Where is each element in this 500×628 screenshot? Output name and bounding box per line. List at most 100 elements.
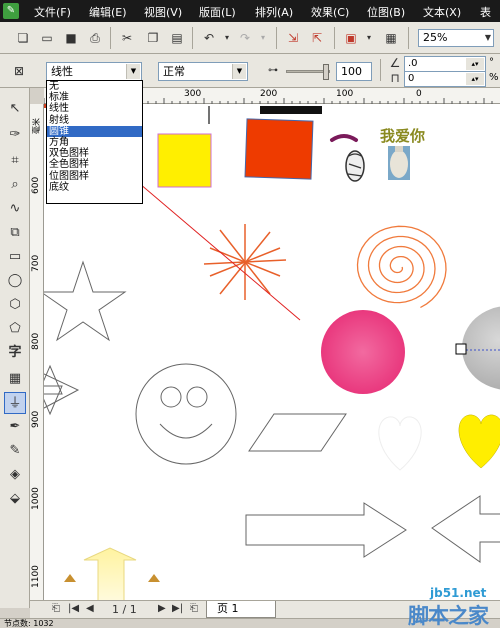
paste-icon[interactable]: ▤ <box>168 30 186 46</box>
menu-bitmaps[interactable]: 位图(B) <box>367 4 405 20</box>
previous-page-icon[interactable]: ◀ <box>86 603 94 614</box>
stamp-figure[interactable] <box>345 150 365 182</box>
copy-icon[interactable]: ❐ <box>144 30 162 46</box>
toolbar-separator <box>334 27 335 49</box>
dropdown-option[interactable]: 双色图样 <box>47 148 142 159</box>
next-page-icon[interactable]: ▶ <box>158 603 166 614</box>
text-tool-icon[interactable]: 字 <box>4 342 26 364</box>
bottle-image[interactable] <box>388 146 410 180</box>
toolbar-separator <box>380 59 381 81</box>
menu-table[interactable]: 表 <box>480 4 491 20</box>
transparency-slider[interactable] <box>286 64 330 80</box>
pink-circle[interactable] <box>321 310 405 394</box>
transparency-tool-icon[interactable]: ⏚ <box>4 392 26 414</box>
dropdown-option[interactable]: 射线 <box>47 115 142 126</box>
star-shape[interactable] <box>44 260 127 342</box>
hexagram-shape[interactable] <box>44 364 80 416</box>
spinner-icon[interactable]: ▴▾ <box>466 73 484 85</box>
polygon-tool-icon[interactable]: ⬡ <box>4 294 26 316</box>
fill-tool-icon[interactable]: ◈ <box>4 464 26 486</box>
black-strip[interactable] <box>260 106 322 114</box>
angle-unit: ° <box>489 57 494 68</box>
menu-text[interactable]: 文本(X) <box>423 4 461 20</box>
undo-icon[interactable]: ↶ <box>200 30 218 46</box>
add-page-icon[interactable]: ⎗ <box>52 603 60 614</box>
shape-tool-icon[interactable]: ✑ <box>4 124 26 146</box>
ruler-label: 900 <box>31 410 41 428</box>
transparency-mode-select[interactable]: 正常 ▼ <box>158 62 248 81</box>
edge-pad-input[interactable]: 0 ▴▾ <box>404 71 486 87</box>
red-square[interactable] <box>244 118 314 180</box>
ellipse-tool-icon[interactable]: ◯ <box>4 270 26 292</box>
transparency-handle[interactable] <box>455 343 467 355</box>
left-arrow-shape[interactable] <box>431 495 500 563</box>
toolbar-separator <box>408 27 409 49</box>
dropdown-option-selected[interactable]: 圆锥 <box>47 125 142 137</box>
launcher-dropdown-icon[interactable]: ▾ <box>360 30 378 46</box>
outline-tool-icon[interactable]: ✎ <box>4 440 26 462</box>
yellow-heart[interactable] <box>458 414 500 469</box>
save-icon[interactable]: ■ <box>62 30 80 46</box>
transparency-value-field[interactable]: 100 <box>336 62 372 81</box>
transparency-type-dropdown[interactable]: 无 标准 线性 射线 圆锥 方角 双色图样 全色图样 位图图样 底纹 <box>46 80 143 204</box>
basic-shapes-tool-icon[interactable]: ⬠ <box>4 318 26 340</box>
edit-transparency-icon[interactable]: ⊠ <box>10 63 28 79</box>
import-icon[interactable]: ⇲ <box>284 30 302 46</box>
new-document-icon[interactable]: ❏ <box>14 30 32 46</box>
cut-icon[interactable]: ✂ <box>118 30 136 46</box>
eyedropper-tool-icon[interactable]: ✒ <box>4 416 26 438</box>
last-page-icon[interactable]: ▶| <box>172 603 183 614</box>
up-arrow-shape[interactable] <box>83 547 137 600</box>
menu-effects[interactable]: 效果(C) <box>311 4 349 20</box>
menu-arrange[interactable]: 排列(A) <box>255 4 293 20</box>
freehand-tool-icon[interactable]: ∿ <box>4 198 26 220</box>
undo-dropdown-icon[interactable]: ▾ <box>218 30 236 46</box>
open-folder-icon[interactable]: ▭ <box>38 30 56 46</box>
edge-pad-icon: ⊓ <box>390 71 400 85</box>
dropdown-option[interactable]: 位图图样 <box>47 171 142 182</box>
transparency-type-select[interactable]: 线性 ▼ <box>46 62 142 81</box>
smiley-face[interactable] <box>135 363 237 465</box>
spinner-icon[interactable]: ▴▾ <box>466 58 484 70</box>
parallelogram-shape[interactable] <box>248 413 347 452</box>
page-tab[interactable]: 页 1 <box>206 601 276 618</box>
crop-tool-icon[interactable]: ⌗ <box>4 150 26 172</box>
slider-thumb[interactable] <box>323 64 329 80</box>
print-icon[interactable]: ⎙ <box>86 30 104 46</box>
right-arrow-shape[interactable] <box>245 502 407 558</box>
pick-tool-icon[interactable]: ↖ <box>4 98 26 120</box>
application-launcher-icon[interactable]: ▣ <box>342 30 360 46</box>
smart-fill-tool-icon[interactable]: ⧉ <box>4 222 26 244</box>
welcome-screen-icon[interactable]: ▦ <box>382 30 400 46</box>
menu-view[interactable]: 视图(V) <box>144 4 182 20</box>
export-icon[interactable]: ⇱ <box>308 30 326 46</box>
vertical-ruler[interactable]: 600 700 800 900 1000 1100 毫米 <box>30 104 44 600</box>
add-page-end-icon[interactable]: ⎗ <box>190 603 198 614</box>
first-page-icon[interactable]: |◀ <box>68 603 79 614</box>
rectangle-tool-icon[interactable]: ▭ <box>4 246 26 268</box>
dropdown-option[interactable]: 全色图样 <box>47 159 142 170</box>
dropdown-option[interactable]: 无 <box>47 81 142 92</box>
dropdown-option[interactable]: 方角 <box>47 137 142 148</box>
dropdown-option[interactable]: 底纹 <box>47 182 142 193</box>
dropdown-option[interactable]: 线性 <box>47 103 142 114</box>
dropdown-option[interactable]: 标准 <box>47 92 142 103</box>
table-tool-icon[interactable]: ▦ <box>4 368 26 390</box>
zoom-tool-icon[interactable]: ⌕ <box>4 174 26 196</box>
redo-dropdown-icon[interactable]: ▾ <box>254 30 272 46</box>
menu-file[interactable]: 文件(F) <box>34 4 71 20</box>
menu-edit[interactable]: 编辑(E) <box>89 4 127 20</box>
canvas-text[interactable]: 我爱你 <box>380 127 425 145</box>
starburst-shape[interactable] <box>203 224 287 300</box>
angle-input[interactable]: .0 ▴▾ <box>404 56 486 72</box>
yellow-square[interactable] <box>157 133 212 188</box>
interactive-fill-tool-icon[interactable]: ⬙ <box>4 488 26 510</box>
zoom-level-select[interactable]: 25% ▼ <box>418 29 494 47</box>
menu-layout[interactable]: 版面(L) <box>199 4 236 20</box>
spiral-shape[interactable] <box>356 225 447 309</box>
gray-sphere[interactable] <box>462 306 500 390</box>
brush-stroke[interactable] <box>330 134 358 142</box>
ruler-label: 1100 <box>31 565 41 588</box>
white-heart[interactable] <box>378 416 422 471</box>
redo-icon[interactable]: ↷ <box>236 30 254 46</box>
